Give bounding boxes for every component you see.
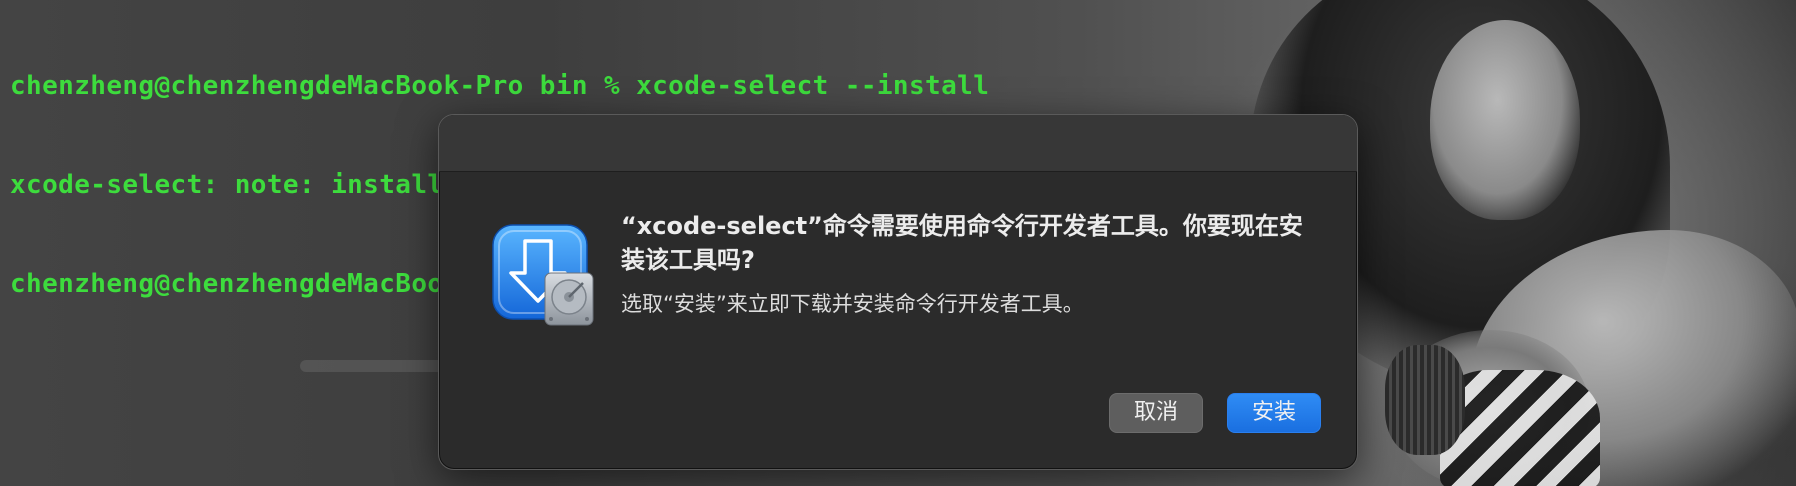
xcode-download-drive-icon [491,221,595,327]
desktop-screen: chenzheng@chenzhengdeMacBook-Pro bin % x… [0,0,1796,486]
wallpaper-face [1430,20,1580,220]
install-button[interactable]: 安装 [1227,393,1321,433]
terminal-line-command: chenzheng@chenzhengdeMacBook-Pro bin % x… [10,71,990,101]
dialog-title: “xcode-select”命令需要使用命令行开发者工具。你要现在安装该工具吗? [621,212,1303,274]
install-dialog: “xcode-select”命令需要使用命令行开发者工具。你要现在安装该工具吗?… [438,114,1358,470]
wallpaper-striped-garment [1440,370,1600,486]
wallpaper-arm [1390,330,1590,486]
dialog-message: 选取“安装”来立即下载并安装命令行开发者工具。 [621,292,1084,316]
wallpaper-shoulder [1470,230,1796,486]
wallpaper-glove [1385,345,1465,455]
dialog-titlebar[interactable] [439,115,1357,172]
cancel-button[interactable]: 取消 [1109,393,1203,433]
